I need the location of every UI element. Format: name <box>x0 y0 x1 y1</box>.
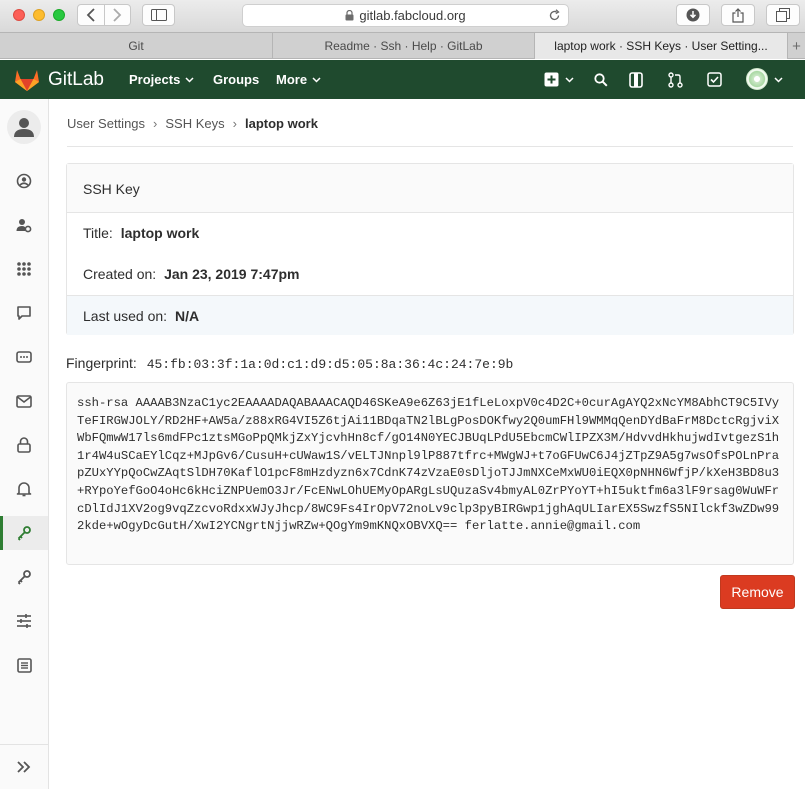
projects-label: Projects <box>129 72 181 87</box>
applications-grid-icon <box>17 262 31 276</box>
comment-icon <box>17 306 31 320</box>
user-silhouette-icon <box>14 118 34 137</box>
groups-link[interactable]: Groups <box>213 72 259 87</box>
sidebar-item-emails[interactable] <box>0 385 48 417</box>
new-dropdown[interactable] <box>544 72 574 87</box>
token-icon <box>16 351 32 363</box>
downloads-button[interactable] <box>676 4 710 26</box>
fingerprint-value: 45:fb:03:3f:1a:0d:c1:d9:d5:05:8a:36:4c:2… <box>146 357 514 372</box>
last-used-label: Last used on: <box>83 308 168 324</box>
chevron-right-icon <box>113 8 122 22</box>
ssh-key-panel: SSH Key Title: laptop work Created on: J… <box>66 163 794 335</box>
breadcrumb-ssh-keys[interactable]: SSH Keys <box>165 116 224 131</box>
close-window-button[interactable] <box>13 9 25 21</box>
breadcrumb-divider <box>67 146 793 147</box>
key-icon <box>17 570 31 585</box>
groups-label: Groups <box>213 72 260 87</box>
user-avatar[interactable] <box>7 110 41 144</box>
gitlab-brand[interactable]: GitLab <box>48 69 104 91</box>
last-used-row: Last used on: N/A <box>67 295 793 335</box>
breadcrumb-user-settings[interactable]: User Settings <box>67 116 145 131</box>
lock-icon <box>345 10 354 21</box>
tab-git[interactable]: Git <box>0 33 273 59</box>
share-icon <box>732 7 744 23</box>
title-label: Title: <box>83 225 113 241</box>
public-key-box: ssh-rsa AAAAB3NzaC1yc2EAAAADAQABAAACAQD4… <box>66 382 794 565</box>
breadcrumb: User Settings › SSH Keys › laptop work <box>67 116 318 131</box>
show-tabs-button[interactable] <box>766 4 800 26</box>
download-icon <box>686 8 700 22</box>
reload-icon[interactable] <box>548 9 561 22</box>
projects-dropdown[interactable]: Projects <box>129 72 194 87</box>
chevron-down-icon <box>185 76 194 83</box>
user-circle-icon <box>16 173 32 189</box>
plus-square-icon <box>544 72 559 87</box>
sidebar-item-password[interactable] <box>0 429 48 461</box>
chevron-down-icon <box>312 76 321 83</box>
log-list-icon <box>16 657 32 673</box>
sidebar-item-ssh-keys[interactable] <box>0 516 48 550</box>
remove-key-button[interactable]: Remove <box>720 575 795 609</box>
sidebar-item-audit-log[interactable] <box>0 649 48 681</box>
browser-titlebar: gitlab.fabcloud.org <box>0 0 805 32</box>
tab-bar: Git Readme · Ssh · Help · GitLab laptop … <box>0 32 805 59</box>
created-label: Created on: <box>83 266 157 282</box>
expand-sidebar-button[interactable] <box>0 744 48 789</box>
double-chevron-right-icon <box>17 761 31 773</box>
sliders-icon <box>17 614 31 628</box>
public-key-text: ssh-rsa AAAAB3NzaC1yc2EAAAADAQABAAACAQD4… <box>77 396 780 534</box>
created-value: Jan 23, 2019 7:47pm <box>164 266 300 282</box>
breadcrumb-separator: › <box>153 116 158 131</box>
merge-request-icon[interactable] <box>668 72 683 88</box>
sidebar-item-gpg-keys[interactable] <box>0 561 48 593</box>
title-value: laptop work <box>120 225 200 241</box>
user-avatar-dropdown[interactable] <box>746 68 768 90</box>
sidebar-item-preferences[interactable] <box>0 605 48 637</box>
sidebar-item-notifications[interactable] <box>0 473 48 505</box>
settings-sidebar <box>0 99 49 789</box>
sidebar-item-applications[interactable] <box>0 253 48 285</box>
key-title-row: Title: laptop work <box>67 213 793 254</box>
forward-button[interactable] <box>105 8 131 22</box>
history-nav <box>77 4 131 26</box>
key-icon <box>17 526 31 541</box>
more-label: More <box>276 72 308 87</box>
user-gear-icon <box>16 219 32 233</box>
tab-readme-ssh-help[interactable]: Readme · Ssh · Help · GitLab <box>273 33 535 59</box>
sidebar-icon <box>150 9 167 21</box>
lock-icon <box>17 437 31 453</box>
more-dropdown[interactable]: More <box>276 72 321 87</box>
fingerprint-label: Fingerprint: <box>66 355 137 371</box>
sidebar-item-chat[interactable] <box>0 297 48 329</box>
share-button[interactable] <box>721 4 755 26</box>
last-used-value: N/A <box>174 308 200 324</box>
sidebar-item-access-tokens[interactable] <box>0 341 48 373</box>
gitlab-logo-icon[interactable] <box>14 68 40 92</box>
panel-title: SSH Key <box>67 164 793 213</box>
chevron-left-icon <box>86 8 95 22</box>
new-tab-button[interactable]: + <box>788 33 805 59</box>
tabs-overview-icon <box>776 8 790 22</box>
bell-icon <box>16 482 32 497</box>
fullscreen-window-button[interactable] <box>53 9 65 21</box>
created-row: Created on: Jan 23, 2019 7:47pm <box>67 254 793 295</box>
address-bar[interactable]: gitlab.fabcloud.org <box>242 4 569 27</box>
todos-icon[interactable] <box>707 72 722 87</box>
search-icon[interactable] <box>594 73 608 87</box>
show-sidebar-button[interactable] <box>142 4 175 26</box>
envelope-icon <box>16 394 32 408</box>
back-button[interactable] <box>78 8 104 22</box>
breadcrumb-separator: › <box>232 116 237 131</box>
chevron-down-icon <box>565 76 574 83</box>
fingerprint: Fingerprint: 45:fb:03:3f:1a:0d:c1:d9:d5:… <box>66 355 513 372</box>
gitlab-header: GitLab Projects Groups More <box>0 60 805 99</box>
breadcrumb-current[interactable]: laptop work <box>245 116 318 131</box>
sidebar-item-profile[interactable] <box>0 165 48 197</box>
chevron-down-icon[interactable] <box>774 77 783 83</box>
url-text: gitlab.fabcloud.org <box>359 8 466 23</box>
sidebar-item-account[interactable] <box>0 209 48 241</box>
minimize-window-button[interactable] <box>33 9 45 21</box>
issues-icon[interactable] <box>629 72 643 88</box>
tab-laptop-work-ssh-keys[interactable]: laptop work · SSH Keys · User Setting... <box>535 33 788 59</box>
